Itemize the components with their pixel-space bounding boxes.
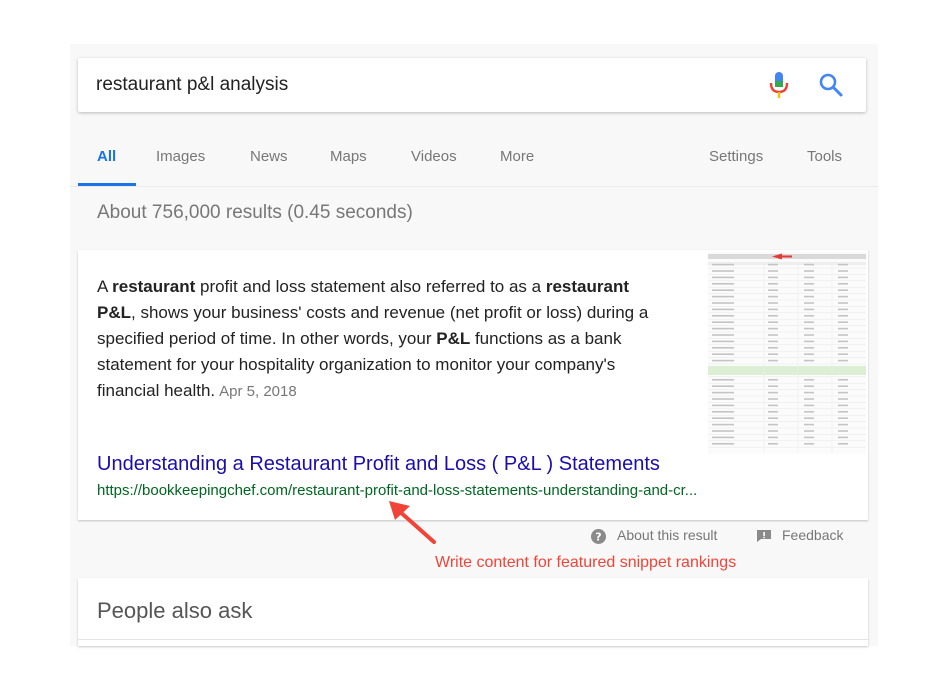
annotation-caption: Write content for featured snippet ranki… (435, 554, 737, 571)
search-icon[interactable] (818, 72, 844, 98)
feedback-icon[interactable] (756, 529, 772, 543)
tab-news[interactable]: News (250, 148, 288, 165)
snippet-result-title-link[interactable]: Understanding a Restaurant Profit and Lo… (97, 453, 660, 476)
snippet-text-segment: A (97, 277, 113, 296)
about-this-result-link[interactable]: About this result (617, 527, 717, 543)
annotation-arrow-icon (389, 501, 436, 544)
snippet-thumbnail-image[interactable] (708, 252, 866, 454)
microphone-icon[interactable] (768, 71, 790, 99)
search-box[interactable]: restaurant p&l analysis (78, 58, 866, 112)
tab-maps[interactable]: Maps (330, 148, 367, 165)
feedback-link[interactable]: Feedback (782, 527, 843, 543)
tab-all[interactable]: All (97, 148, 116, 165)
snippet-text-segment: profit and loss statement also referred … (195, 277, 546, 296)
tab-videos[interactable]: Videos (411, 148, 457, 165)
people-also-ask-divider (78, 639, 868, 640)
search-input[interactable]: restaurant p&l analysis (96, 58, 288, 112)
svg-text:?: ? (595, 531, 601, 544)
people-also-ask-title: People also ask (97, 598, 253, 623)
search-tabs: All Images News Maps Videos More Setting… (78, 140, 868, 186)
tabs-divider (70, 186, 878, 187)
help-icon[interactable]: ? (591, 529, 606, 544)
tab-tools[interactable]: Tools (807, 148, 842, 165)
snippet-text: A restaurant profit and loss statement a… (97, 274, 657, 405)
people-also-ask-card: People also ask (78, 578, 868, 646)
tab-images[interactable]: Images (156, 148, 205, 165)
result-stats: About 756,000 results (0.45 seconds) (97, 202, 413, 223)
tab-more[interactable]: More (500, 148, 534, 165)
featured-snippet-card: A restaurant profit and loss statement a… (78, 250, 868, 520)
tab-settings[interactable]: Settings (709, 148, 763, 165)
snippet-bold-term: P&L (436, 329, 471, 348)
snippet-bold-term: restaurant (112, 277, 196, 296)
snippet-date: Apr 5, 2018 (219, 383, 297, 400)
